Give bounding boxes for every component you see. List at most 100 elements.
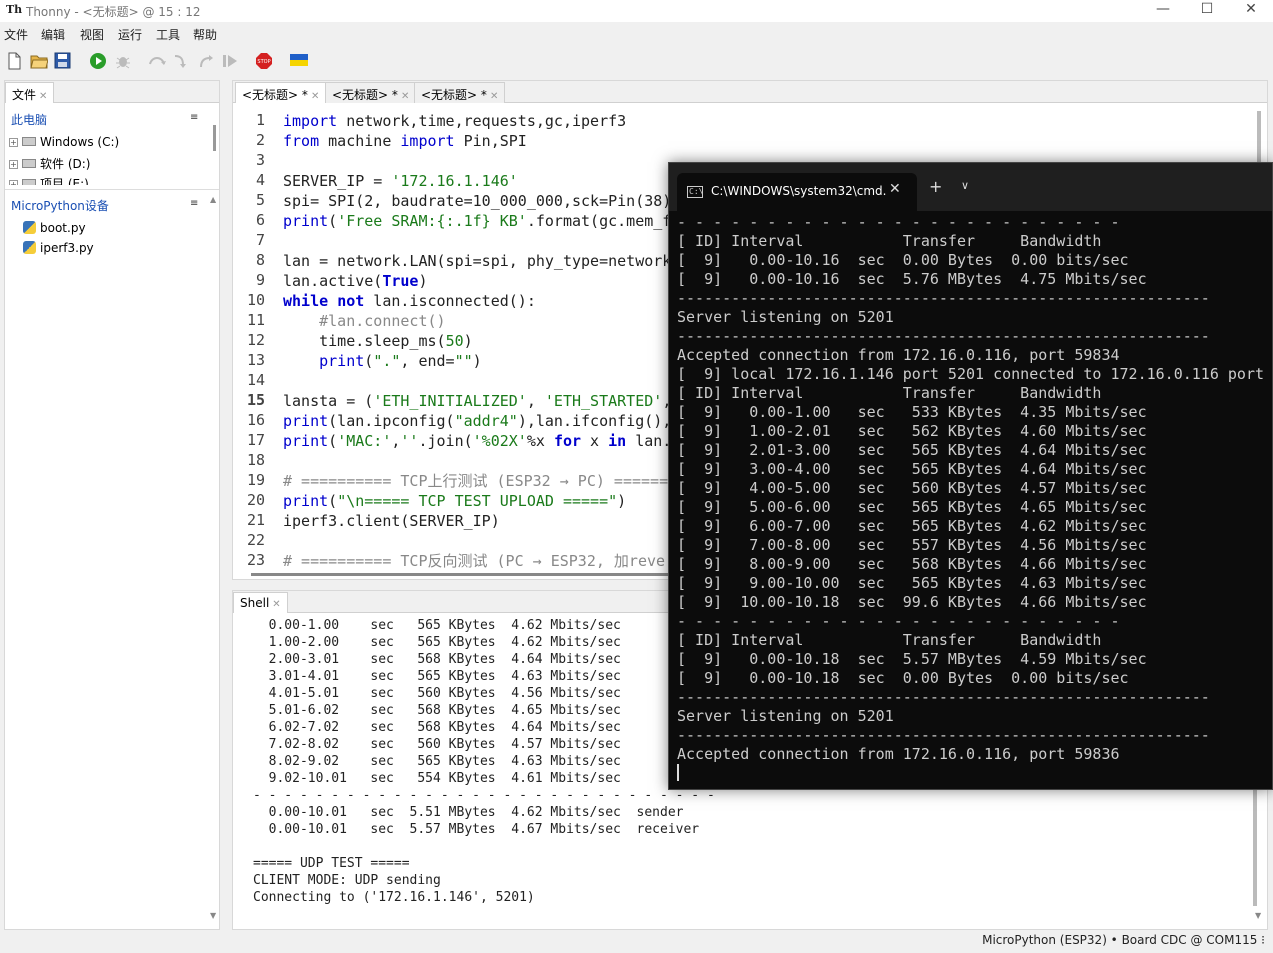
menu-view[interactable]: 视图 [80,26,104,43]
line-number: 17 [246,431,265,449]
code-line: #lan.connect() [283,311,445,331]
code-line: while not lan.isconnected(): [283,291,536,311]
tree-item-drive-d[interactable]: + 软件 (D:) [9,155,90,172]
line-number: 21 [246,511,265,529]
ukraine-flag-icon[interactable] [290,52,308,70]
debug-icon[interactable] [114,52,132,70]
code-token: '' [400,432,419,450]
code-token: network,time,requests,gc,iperf3 [337,112,627,130]
code-token: lan = network.LAN(spi=spi, phy_type=netw… [283,252,672,270]
terminal-line: Accepted connection from 172.16.0.116, p… [677,745,1120,763]
shell-line: 7.02-8.02 sec 560 KBytes 4.57 Mbits/sec [253,737,621,752]
file-boot-py[interactable]: boot.py [23,221,86,235]
code-token: Pin,SPI [454,132,527,150]
line-number: 15 [246,391,265,409]
step-over-icon[interactable] [148,52,166,70]
window-title: Thonny - <无标题> @ 15 : 12 [26,5,201,19]
close-icon[interactable]: ✕ [401,91,409,102]
terminal-cursor-line [677,764,1272,783]
code-token: , end= [400,352,455,370]
resume-icon[interactable] [221,52,239,70]
tab-shell[interactable]: Shell ✕ [233,592,288,613]
python-file-icon [23,221,36,234]
step-into-icon[interactable] [172,52,190,70]
code-line: print(lan.ipconfig("addr4"),lan.ifconfig… [283,411,671,431]
menu-icon[interactable]: ≡ [190,198,198,209]
code-line: print("\n===== TCP TEST UPLOAD =====") [283,491,626,511]
line-number: 1 [255,111,265,129]
code-line: print('MAC:',''.join('%02X'%x for x in l… [283,431,671,451]
terminal-line: [ ID] Interval Transfer Bandwidth [677,384,1102,402]
terminal-line: Server listening on 5201 [677,308,894,326]
run-icon[interactable] [89,52,107,70]
code-token: 'Free SRAM:{:.1f} KB' [337,212,527,230]
code-token: lan.active( [283,272,383,290]
editor-tab[interactable]: <无标题> * ✕ [325,82,417,103]
expand-icon[interactable]: + [9,160,18,169]
tree-item-drive-e[interactable]: + 项目 (E:) [9,175,89,185]
code-token: .join( [418,432,473,450]
code-line: spi= SPI(2, baudrate=10_000_000,sck=Pin(… [283,191,680,211]
terminal-tab[interactable]: C:\ C:\WINDOWS\system32\cmd. ✕ [677,173,917,211]
interpreter-status[interactable]: MicroPython (ESP32) • Board CDC @ COM115… [982,933,1265,947]
cmd-terminal-window: C:\ C:\WINDOWS\system32\cmd. ✕ + ∨ - - -… [668,162,1273,790]
code-line: print(".", end="") [283,351,482,371]
code-token: ) [472,352,482,370]
scroll-up-icon[interactable]: ▲ [210,195,216,204]
code-token: print [283,212,329,230]
step-out-icon[interactable] [197,52,215,70]
terminal-line: [ 9] 2.01-3.00 sec 565 KBytes 4.64 Mbits… [677,441,1147,459]
terminal-line: [ ID] Interval Transfer Bandwidth [677,232,1102,250]
menu-edit[interactable]: 编辑 [41,26,65,43]
menu-icon[interactable]: ≡ [190,112,198,123]
file-iperf3-py[interactable]: iperf3.py [23,241,94,255]
close-icon[interactable]: ✕ [272,599,280,610]
minimize-button[interactable]: — [1140,0,1186,22]
text-cursor [677,764,679,781]
menu-run[interactable]: 运行 [118,26,142,43]
cmd-icon: C:\ [687,186,704,198]
editor-tab[interactable]: <无标题> * ✕ [235,82,327,103]
maximize-button[interactable]: ☐ [1184,0,1230,22]
toolbar: STOP [0,46,1273,76]
scroll-down-icon[interactable]: ▼ [1255,911,1261,920]
tab-files[interactable]: 文件 ✕ [5,82,55,103]
open-folder-icon[interactable] [30,52,49,70]
stop-icon[interactable]: STOP [255,52,273,70]
tree-item-drive-c[interactable]: + Windows (C:) [9,135,119,149]
close-icon[interactable]: ✕ [490,91,498,102]
drive-label: 软件 (D:) [40,157,91,171]
terminal-line: [ 9] 3.00-4.00 sec 565 KBytes 4.64 Mbits… [677,460,1147,478]
code-line: import network,time,requests,gc,iperf3 [283,111,626,131]
close-icon[interactable]: ✕ [889,181,901,197]
menu-help[interactable]: 帮助 [193,26,217,43]
menu-tools[interactable]: 工具 [156,26,180,43]
new-file-icon[interactable] [6,52,24,70]
code-line: lansta = ('ETH_INITIALIZED', 'ETH_STARTE… [283,391,671,411]
chevron-down-icon[interactable]: ∨ [961,179,969,192]
editor-tab[interactable]: <无标题> * ✕ [414,82,506,103]
terminal-line: [ 9] 7.00-8.00 sec 557 KBytes 4.56 Mbits… [677,536,1147,554]
close-button[interactable]: ✕ [1228,0,1273,22]
scroll-down-icon[interactable]: ▼ [210,911,216,920]
terminal-output[interactable]: - - - - - - - - - - - - - - - - - - - - … [677,213,1272,783]
expand-icon[interactable]: + [9,180,18,185]
this-pc-title: 此电脑 [11,113,48,127]
code-line: from machine import Pin,SPI [283,131,527,151]
code-token: ( [328,492,338,510]
menu-file[interactable]: 文件 [4,26,28,43]
expand-icon[interactable]: + [9,138,18,147]
save-icon[interactable] [54,52,72,70]
line-number: 2 [255,131,265,149]
shell-output[interactable]: 0.00-1.00 sec 565 KBytes 4.62 Mbits/sec … [253,617,715,906]
new-tab-button[interactable]: + [929,177,942,196]
tree-scrollbar[interactable] [213,125,216,151]
close-icon[interactable]: ✕ [39,91,47,102]
code-token: '%02X' [472,432,527,450]
menu-bar: 文件 编辑 视图 运行 工具 帮助 [0,24,1273,44]
shell-line: 6.02-7.02 sec 568 KBytes 4.64 Mbits/sec [253,720,621,735]
close-icon[interactable]: ✕ [311,91,319,102]
terminal-line: [ 9] 0.00-10.16 sec 0.00 Bytes 0.00 bits… [677,251,1129,269]
drive-label: 项目 (E:) [40,177,89,185]
